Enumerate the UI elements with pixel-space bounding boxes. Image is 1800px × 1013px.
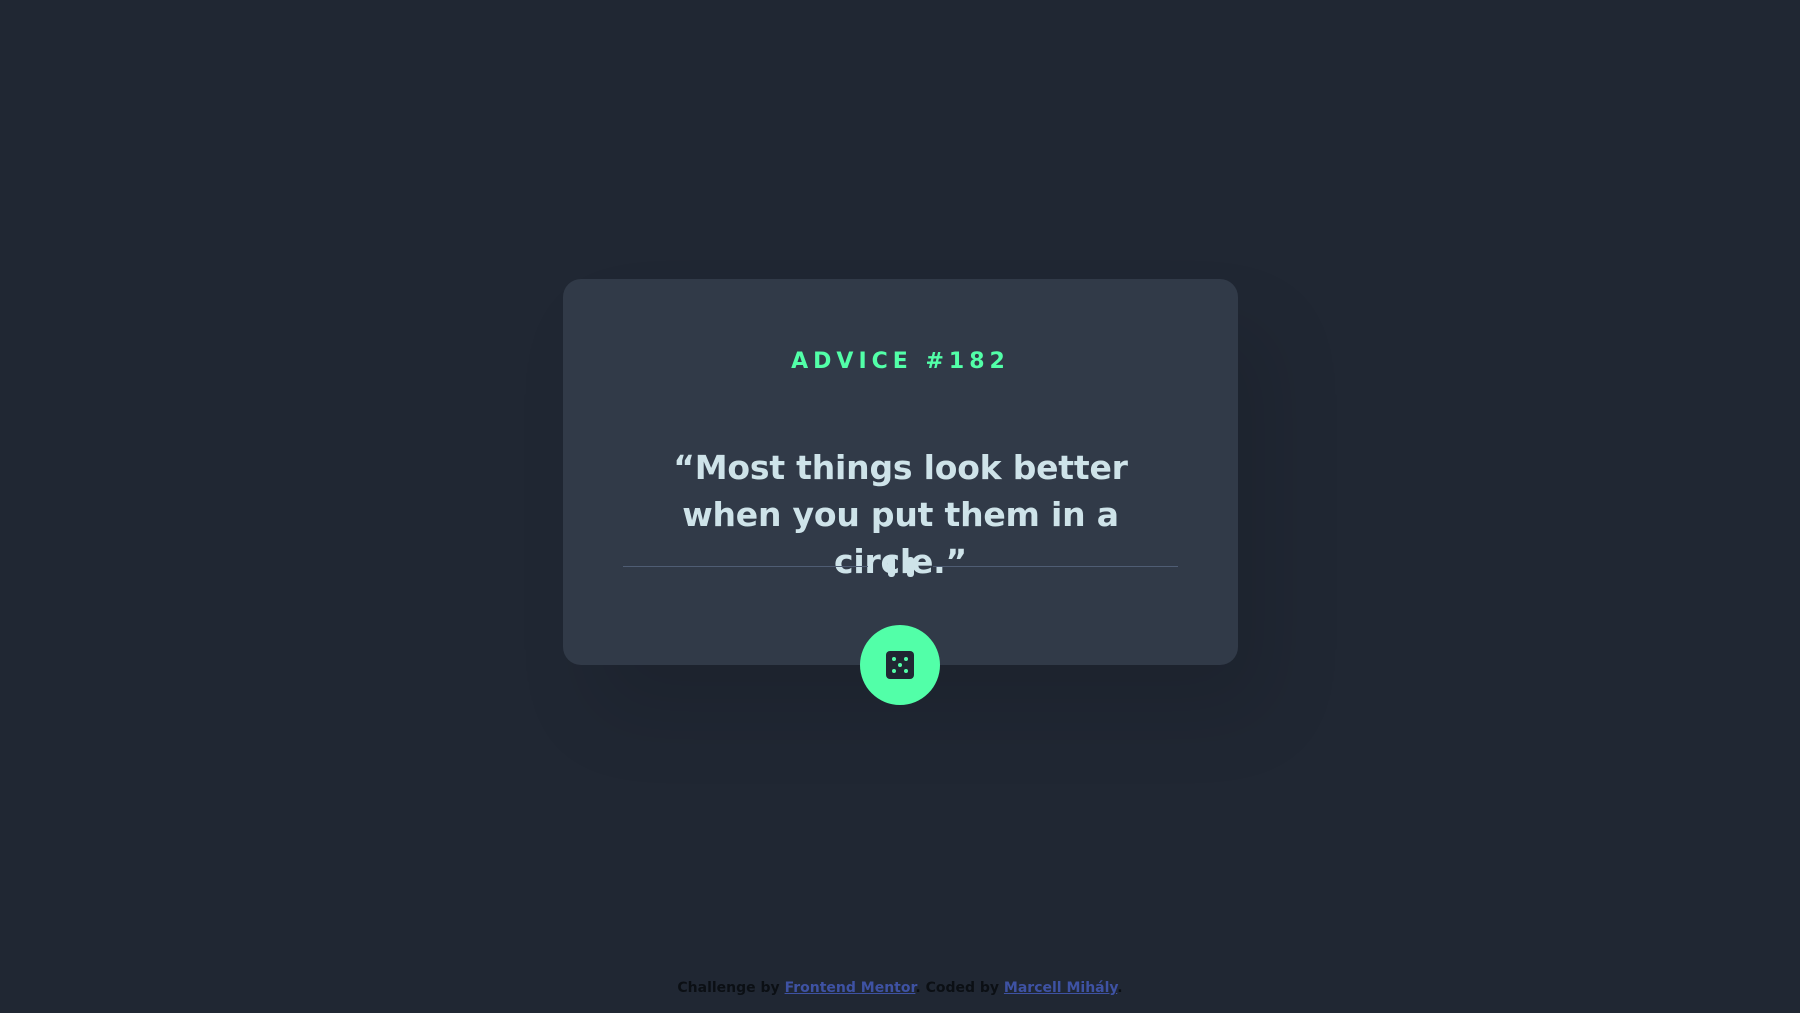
attribution: Challenge by Frontend Mentor. Coded by M…: [0, 980, 1800, 996]
challenge-prefix: Challenge by: [677, 980, 785, 996]
generate-advice-button[interactable]: [860, 625, 940, 705]
advice-id: ADVICE #182: [791, 348, 1010, 374]
dice-icon: [886, 651, 914, 679]
divider-line-right: [933, 566, 1178, 567]
footer-suffix: .: [1117, 980, 1123, 996]
frontend-mentor-link[interactable]: Frontend Mentor: [785, 980, 916, 996]
page: ADVICE #182 “Most things look better whe…: [0, 0, 1800, 1013]
pause-bar-left: [888, 557, 895, 577]
author-link[interactable]: Marcell Mihály: [1004, 980, 1117, 996]
divider-line-left: [623, 566, 868, 567]
advice-card: ADVICE #182 “Most things look better whe…: [563, 279, 1238, 665]
pause-icon: [888, 557, 914, 577]
coded-prefix: . Coded by: [915, 980, 1004, 996]
pause-bar-right: [907, 557, 914, 577]
